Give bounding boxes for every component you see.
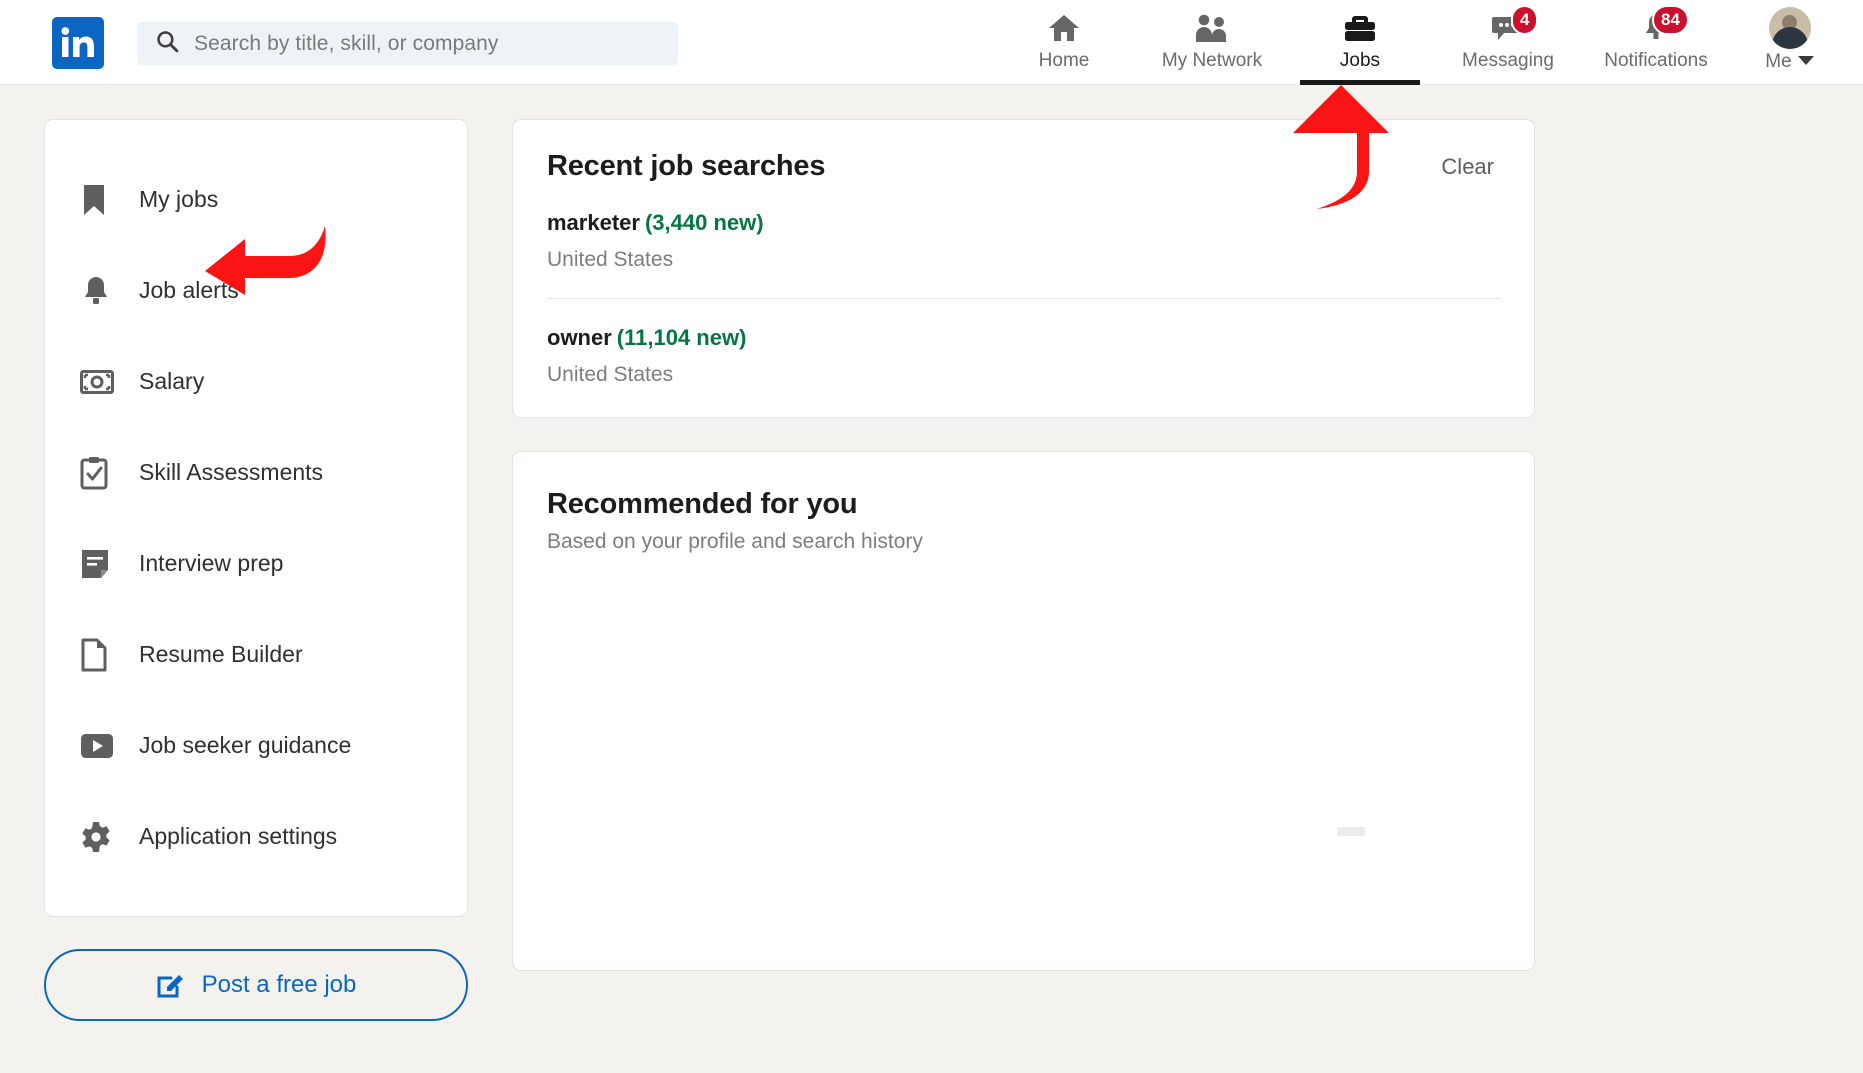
- bookmark-icon: [80, 183, 120, 217]
- banknote-icon: [80, 369, 120, 395]
- sidebar: My jobs Job alerts Salary Skill Assessme…: [44, 119, 468, 1021]
- sidebar-item-job-alerts[interactable]: Job alerts: [45, 245, 467, 336]
- linkedin-logo[interactable]: [52, 17, 104, 69]
- search-placeholder-text: Search by title, skill, or company: [194, 31, 499, 55]
- clipboard-check-icon: [80, 456, 120, 490]
- sidebar-label-job-alerts: Job alerts: [139, 277, 239, 303]
- message-bubble-icon: 4: [1491, 5, 1539, 47]
- recommended-for-you-card: Recommended for you Based on your profil…: [512, 451, 1535, 971]
- search-input[interactable]: Search by title, skill, or company: [137, 22, 678, 65]
- nav-item-me[interactable]: Me: [1730, 0, 1850, 85]
- nav-label-me: Me: [1765, 51, 1792, 72]
- bell-icon: 84: [1640, 5, 1689, 47]
- clear-button[interactable]: Clear: [1435, 150, 1500, 184]
- document-icon: [80, 638, 120, 672]
- sidebar-item-my-jobs[interactable]: My jobs: [45, 154, 467, 245]
- nav-item-home[interactable]: Home: [990, 0, 1138, 85]
- recommended-for-you-title: Recommended for you: [547, 488, 858, 520]
- nav-item-jobs[interactable]: Jobs: [1286, 0, 1434, 85]
- sidebar-label-interview-prep: Interview prep: [139, 550, 284, 576]
- recent-search-new-count: (11,104 new): [616, 325, 747, 350]
- sidebar-item-salary[interactable]: Salary: [45, 336, 467, 427]
- sidebar-item-interview-prep[interactable]: Interview prep: [45, 518, 467, 609]
- recent-search-location: United States: [547, 248, 674, 271]
- post-a-free-job-button[interactable]: Post a free job: [44, 949, 468, 1021]
- badge-messaging: 4: [1511, 5, 1539, 35]
- nav-item-notifications[interactable]: 84 Notifications: [1582, 0, 1730, 85]
- sidebar-menu-card: My jobs Job alerts Salary Skill Assessme…: [44, 119, 468, 917]
- recent-search-location: United States: [547, 363, 674, 386]
- avatar: [1769, 7, 1811, 49]
- home-icon: [1048, 9, 1080, 47]
- recent-search-new-count: (3,440 new): [644, 210, 764, 235]
- sidebar-label-salary: Salary: [139, 368, 205, 394]
- page-body: My jobs Job alerts Salary Skill Assessme…: [0, 85, 1863, 1073]
- bell-icon: [80, 274, 120, 308]
- briefcase-icon: [1343, 9, 1377, 47]
- main-content: Recent job searches Clear marketer (3,440…: [512, 119, 1535, 971]
- play-video-icon: [80, 733, 120, 759]
- chevron-down-icon: [1797, 53, 1815, 71]
- sidebar-label-application-settings: Application settings: [139, 823, 338, 849]
- sidebar-item-skill-assessments[interactable]: Skill Assessments: [45, 427, 467, 518]
- people-icon: [1194, 9, 1230, 47]
- sidebar-label-job-seeker-guidance: Job seeker guidance: [139, 732, 352, 758]
- recent-search-term: owner: [547, 325, 612, 350]
- gear-icon: [80, 821, 120, 853]
- nav-label-jobs: Jobs: [1339, 50, 1381, 71]
- nav-item-messaging[interactable]: 4 Messaging: [1434, 0, 1582, 85]
- loading-placeholder: [1337, 827, 1365, 836]
- nav-label-my-network: My Network: [1161, 50, 1263, 71]
- recent-search-row[interactable]: owner (11,104 new) United States: [547, 298, 1500, 387]
- recommended-for-you-subtitle: Based on your profile and search history: [547, 530, 923, 553]
- nav-item-my-network[interactable]: My Network: [1138, 0, 1286, 85]
- post-a-free-job-label: Post a free job: [201, 971, 357, 998]
- search-icon: [155, 29, 180, 59]
- compose-pencil-icon: [156, 969, 186, 1002]
- badge-notifications: 84: [1652, 5, 1689, 35]
- recent-job-searches-title: Recent job searches: [547, 150, 826, 182]
- notes-icon: [80, 548, 120, 580]
- nav-label-notifications: Notifications: [1604, 50, 1708, 71]
- nav-label-home: Home: [1038, 50, 1090, 71]
- sidebar-item-job-seeker-guidance[interactable]: Job seeker guidance: [45, 700, 467, 791]
- top-navigation-bar: Search by title, skill, or company Home …: [0, 0, 1863, 85]
- recent-search-term: marketer: [547, 210, 640, 235]
- sidebar-item-resume-builder[interactable]: Resume Builder: [45, 609, 467, 700]
- sidebar-label-resume-builder: Resume Builder: [139, 641, 303, 667]
- sidebar-item-application-settings[interactable]: Application settings: [45, 791, 467, 882]
- nav-label-messaging: Messaging: [1462, 50, 1554, 71]
- sidebar-label-my-jobs: My jobs: [139, 186, 219, 212]
- recent-job-searches-card: Recent job searches Clear marketer (3,440…: [512, 119, 1535, 418]
- sidebar-label-skill-assessments: Skill Assessments: [139, 459, 324, 485]
- nav-item-group: Home My Network Jobs 4 Messaging 84 Noti…: [990, 0, 1850, 85]
- recent-search-row[interactable]: marketer (3,440 new) United States: [547, 184, 1500, 272]
